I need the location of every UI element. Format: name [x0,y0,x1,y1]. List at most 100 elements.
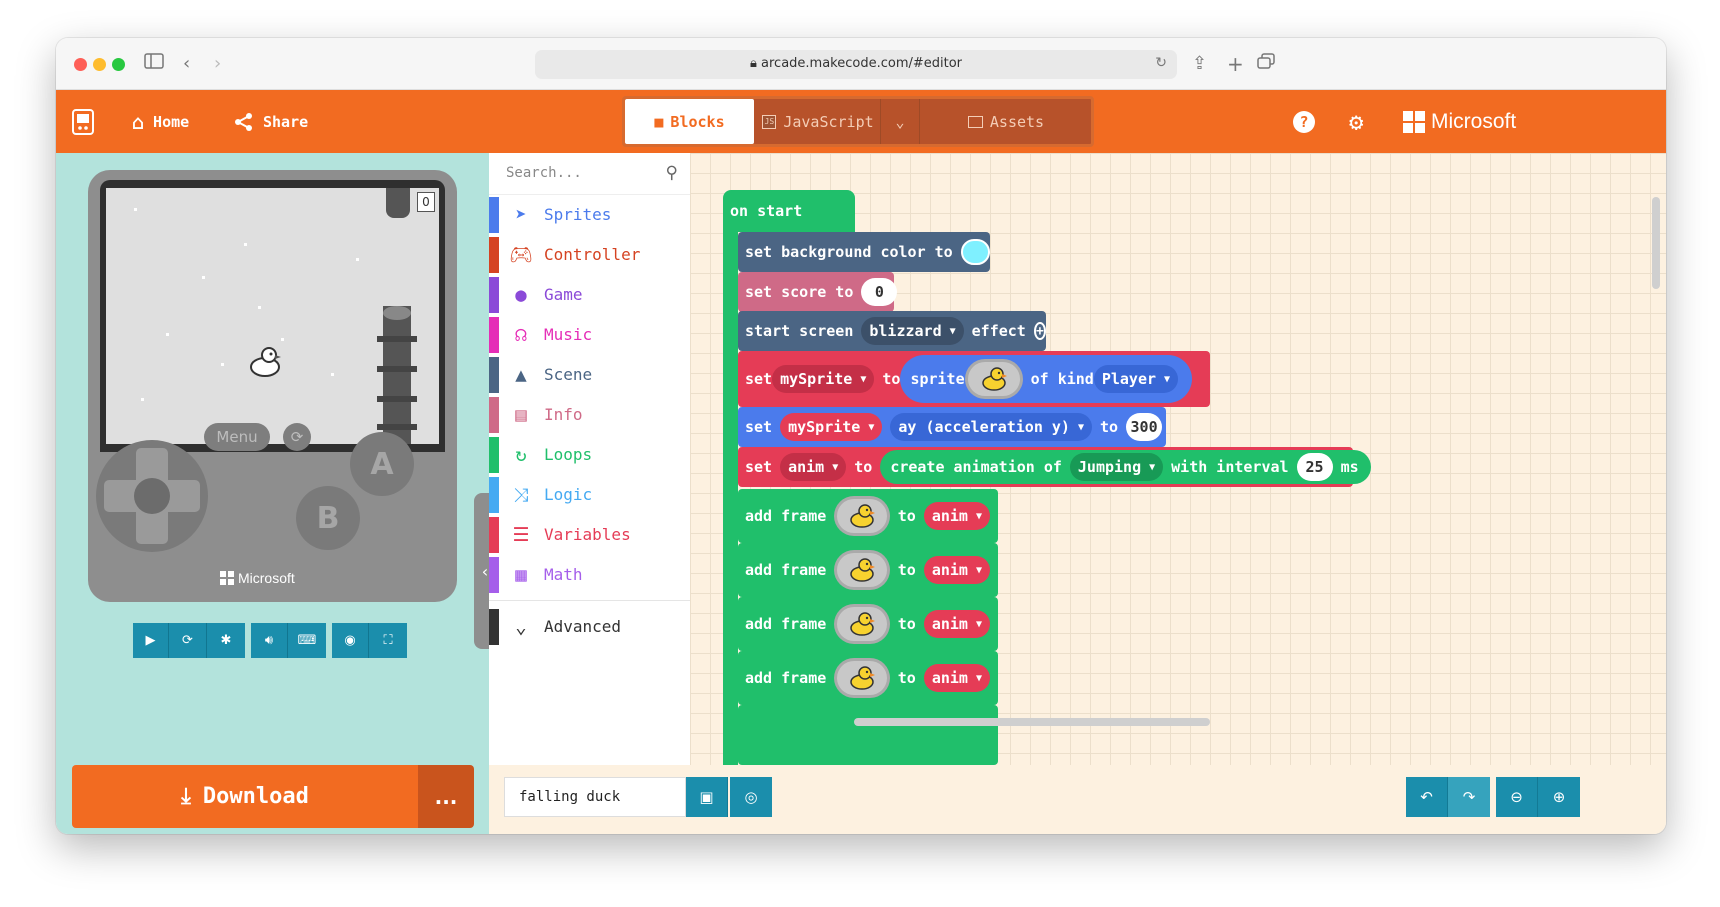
microsoft-logo[interactable]: Microsoft [1403,90,1516,153]
zoom-in-button[interactable]: ⊕ [1538,777,1580,817]
category-sprites[interactable]: ➤ Sprites [489,197,690,233]
interval-value-input[interactable]: 25 [1296,453,1333,481]
button-b[interactable]: B [296,486,360,550]
set-background-color-block[interactable]: set background color to [738,232,990,272]
category-logic[interactable]: ⤨ Logic [489,477,690,513]
forward-icon[interactable]: › [214,52,221,76]
settings-button[interactable]: ⚙ [1349,90,1363,153]
new-tab-icon[interactable]: + [1227,52,1244,76]
tab-blocks[interactable]: ■ Blocks [625,99,754,144]
back-icon[interactable]: ‹ [183,52,190,76]
menu-button[interactable]: Menu [204,423,270,451]
plus-circle-icon[interactable]: + [1033,322,1046,340]
variable-dropdown[interactable]: anim ▼ [780,453,847,481]
frame-image-slot[interactable] [834,658,890,698]
close-window-button[interactable] [74,58,87,71]
variable-dropdown[interactable]: mySprite ▼ [780,413,883,441]
zoom-window-button[interactable] [112,58,125,71]
toolbox-search[interactable]: Search... ⚲ [489,153,690,195]
tab-javascript[interactable]: JS JavaScript [756,99,880,144]
sidebar-toggle-icon[interactable] [144,52,164,76]
set-animation-block[interactable]: set anim ▼ to create animation of Jumping… [738,447,1371,487]
duck-icon [850,666,876,690]
fullscreen-button[interactable]: ⛶ [369,623,407,658]
category-loops[interactable]: ↻ Loops [489,437,690,473]
gear-icon: ⚙ [1349,107,1364,136]
help-button[interactable]: ? [1293,90,1315,153]
arcade-logo-icon[interactable] [72,90,94,153]
on-start-block[interactable]: on start [723,190,855,232]
category-game[interactable]: ● Game [489,277,690,313]
action-value: Jumping [1077,458,1142,476]
redo-button[interactable]: ↷ [1448,777,1490,817]
debug-button[interactable]: ✱ [207,623,245,658]
effect-dropdown[interactable]: blizzard ▼ [861,317,964,345]
sprite-image-slot[interactable] [964,359,1023,399]
language-dropdown-button[interactable]: ⌄ [880,99,920,144]
action-dropdown[interactable]: Jumping ▼ [1069,453,1164,481]
tab-overview-icon[interactable] [1257,52,1275,76]
category-music[interactable]: ☊ Music [489,317,690,353]
sprite-reporter[interactable]: sprite of kind Player ▼ [900,355,1193,403]
github-button[interactable]: ◎ [730,777,772,817]
game-screen[interactable]: 0 [100,180,445,452]
keyboard-button[interactable]: ⌨ [288,623,326,658]
frame-image-slot[interactable] [834,604,890,644]
vertical-scrollbar[interactable] [1652,197,1660,289]
mute-button[interactable]: 🔊︎ [251,623,288,658]
category-scene[interactable]: ▲ Scene [489,357,690,393]
tab-assets[interactable]: Assets [921,99,1091,144]
kind-dropdown[interactable]: Player ▼ [1093,365,1179,393]
search-input[interactable]: Search... [506,165,582,181]
variable-dropdown[interactable]: anim ▼ [923,610,990,638]
restart-button[interactable]: ⟳ [169,623,207,658]
category-math[interactable]: ▦ Math [489,557,690,593]
variable-dropdown[interactable]: anim ▼ [923,664,990,692]
add-frame-block[interactable]: add frame to anim ▼ [738,489,998,543]
button-a[interactable]: A [350,432,414,496]
screenshot-button[interactable]: ◉ [332,623,369,658]
dpad[interactable] [96,440,208,552]
blocks-workspace[interactable]: on start set background color to set sco… [690,153,1666,765]
category-controller[interactable]: 🎮︎ Controller [489,237,690,273]
add-frame-block[interactable]: add frame to anim ▼ [738,597,998,651]
play-button[interactable]: ▶ [133,623,169,658]
reset-icon[interactable]: ⟳ [283,423,311,451]
set-score-block[interactable]: set score to 0 [738,272,898,312]
duck-sprite [248,346,282,382]
zoom-out-button[interactable]: ⊖ [1496,777,1538,817]
frame-image-slot[interactable] [834,496,890,536]
set-acceleration-block[interactable]: set mySprite ▼ ay (acceleration y) ▼ to 30… [738,407,1166,447]
more-options-button[interactable]: ... [418,765,474,828]
start-screen-effect-block[interactable]: start screen blizzard ▼ effect + [738,311,1046,351]
add-frame-block[interactable]: add frame to anim ▼ [738,651,998,705]
caret-down-icon: ▼ [1149,461,1156,473]
save-button[interactable]: ▣ [686,777,728,817]
project-name-input[interactable]: falling duck [504,777,686,817]
set-sprite-block[interactable]: set mySprite ▼ to sprite of kind Player ▼ [738,351,1210,407]
frame-image-slot[interactable] [834,550,890,590]
variable-dropdown[interactable]: anim ▼ [923,556,990,584]
property-dropdown[interactable]: ay (acceleration y) ▼ [890,413,1092,441]
share-button[interactable]: Share [234,90,308,153]
category-advanced[interactable]: ⌄ Advanced [489,609,690,645]
variable-dropdown[interactable]: mySprite ▼ [772,365,875,393]
category-variables[interactable]: ☰ Variables [489,517,690,553]
variable-value: anim [931,561,968,579]
download-button[interactable]: ⤓ Download [72,765,418,828]
reload-icon[interactable]: ↻ [1155,55,1167,71]
share-sheet-icon[interactable]: ⇪ [1192,52,1207,76]
undo-button[interactable]: ↶ [1406,777,1448,817]
add-frame-block[interactable]: add frame to anim ▼ [738,543,998,597]
block-text: set [745,418,773,436]
acceleration-value-input[interactable]: 300 [1126,413,1163,441]
variable-dropdown[interactable]: anim ▼ [923,502,990,530]
score-value-input[interactable]: 0 [861,278,898,306]
address-bar[interactable]: 🔒︎ arcade.makecode.com/#editor ↻ [535,50,1177,79]
color-swatch[interactable] [960,239,990,265]
minimize-window-button[interactable] [93,58,106,71]
home-button[interactable]: ⌂ Home [132,90,189,153]
category-info[interactable]: ▤ Info [489,397,690,433]
horizontal-scrollbar[interactable] [854,718,1210,726]
create-animation-reporter[interactable]: create animation of Jumping ▼ with interv… [880,450,1371,484]
